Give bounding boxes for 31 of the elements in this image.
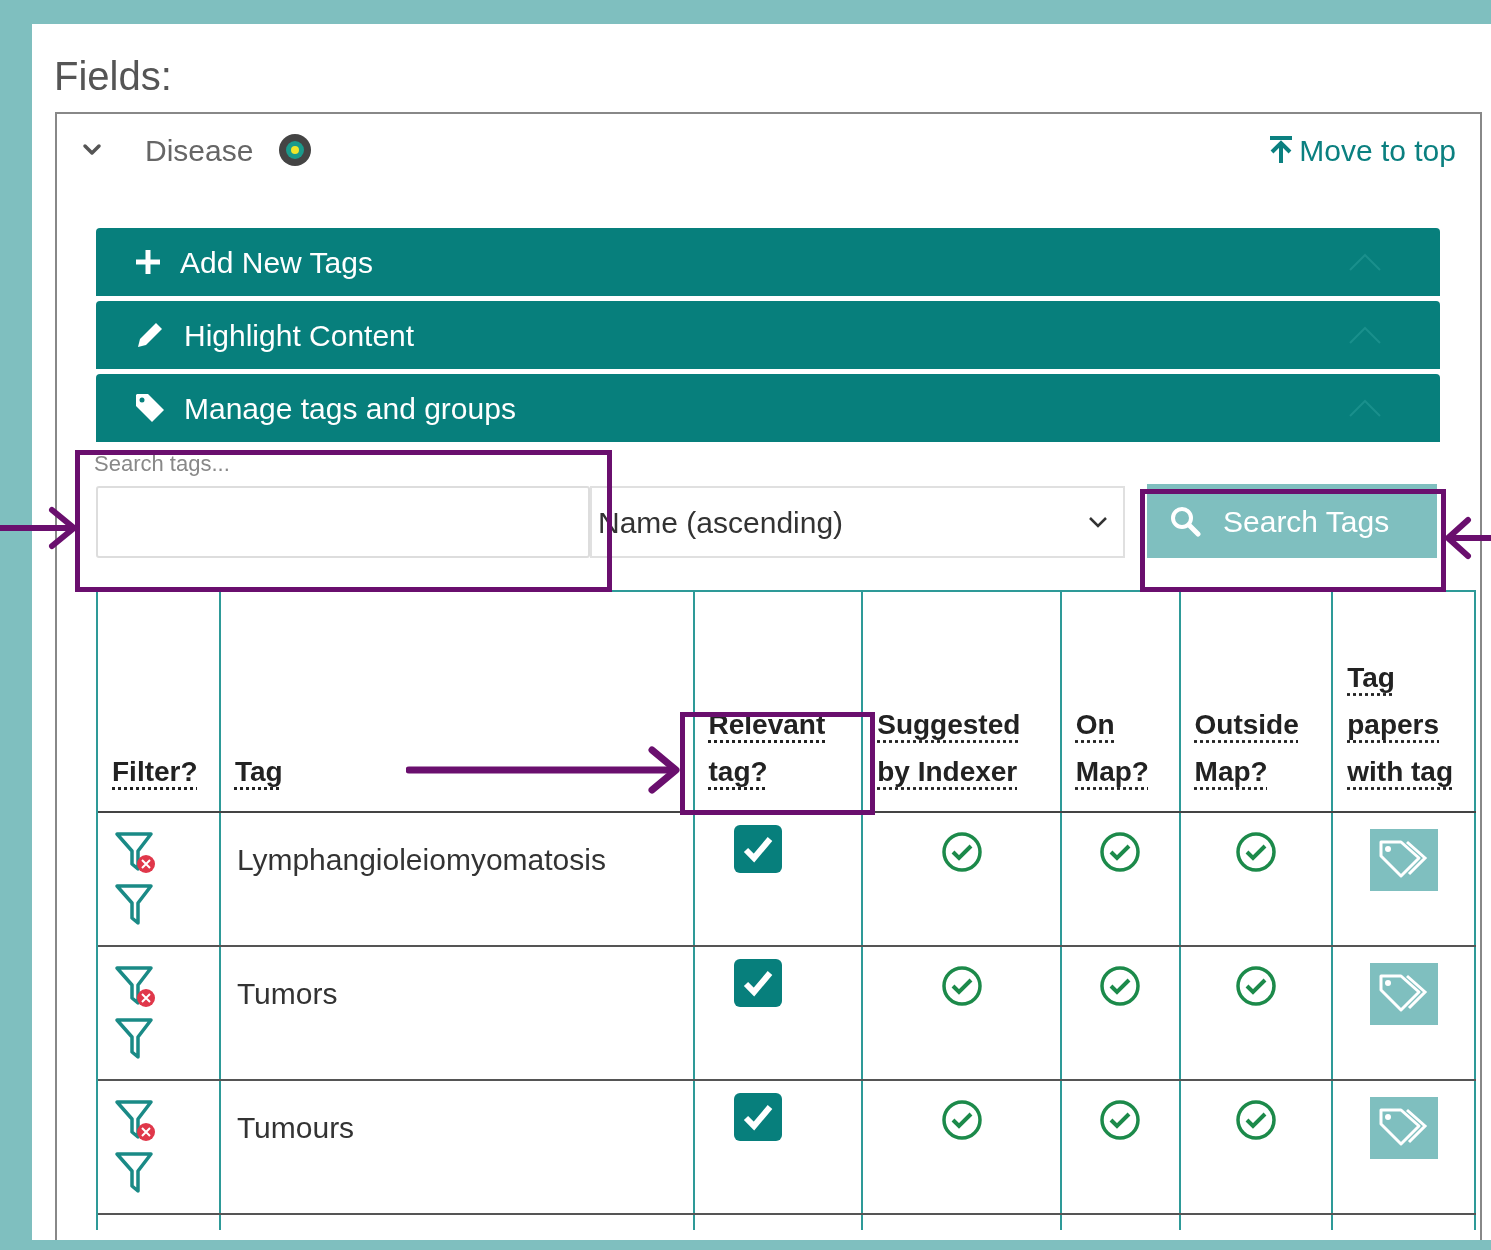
- column-header: On Map?: [1075, 709, 1149, 787]
- chevron-down-icon: [1087, 514, 1109, 530]
- column-header: Outside Map?: [1194, 709, 1299, 787]
- accordion-header[interactable]: Add New Tags: [96, 228, 1440, 296]
- checkbox[interactable]: [733, 825, 782, 873]
- accordion-header[interactable]: Highlight Content: [96, 301, 1440, 369]
- column-header: Tag papers with tag: [1347, 662, 1454, 787]
- plus-icon: [134, 248, 162, 276]
- arrow-icon: [406, 744, 682, 796]
- column-header: Relevant tag?: [708, 709, 826, 787]
- checkbox[interactable]: [733, 959, 782, 1007]
- field-name: Disease: [145, 132, 254, 169]
- arrow-up-icon: [1269, 136, 1294, 164]
- search-icon: [1169, 505, 1201, 537]
- tag-name: Lymphangioleiomyomatosis: [236, 843, 606, 876]
- column-header: Suggested by Indexer: [877, 709, 1021, 787]
- column-header: Tag: [234, 756, 283, 787]
- accordion-header[interactable]: Manage tags and groups: [96, 374, 1440, 442]
- link-text: Move to top: [1299, 132, 1456, 169]
- filter-icon[interactable]: [114, 1151, 154, 1195]
- tag-name: Tumors: [236, 977, 338, 1010]
- filter-icon[interactable]: [114, 1017, 154, 1061]
- filter-icon[interactable]: [114, 883, 154, 927]
- field-label: Search tags...: [94, 450, 231, 478]
- section-heading: Fields:: [54, 53, 172, 100]
- tag-icon: [134, 392, 166, 424]
- column-header: Filter?: [112, 756, 198, 787]
- search-field[interactable]: [96, 486, 590, 558]
- checkbox[interactable]: [733, 1093, 782, 1141]
- move-to-top-link[interactable]: Move to top: [1269, 127, 1456, 173]
- tag-name: Tumours: [236, 1111, 355, 1144]
